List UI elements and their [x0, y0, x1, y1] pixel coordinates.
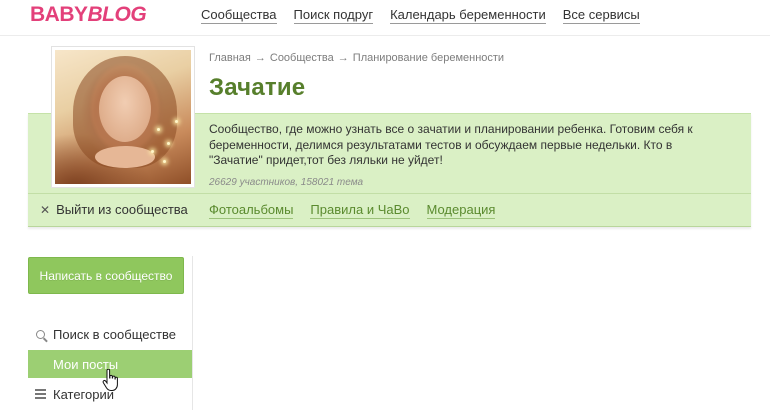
sidebar-divider	[192, 256, 193, 410]
close-icon: ✕	[40, 202, 51, 217]
avatar-hands-shape	[95, 146, 155, 168]
nav-link-pregnancy-calendar[interactable]: Календарь беременности	[390, 7, 546, 24]
sidebar-item-search-community[interactable]: Поиск в сообществе	[28, 320, 192, 348]
community-tabs: Фотоальбомы Правила и ЧаВо Модерация	[209, 202, 512, 219]
page-title: Зачатие	[209, 74, 306, 101]
breadcrumb-link-communities[interactable]: Сообщества	[270, 52, 334, 64]
band-divider	[28, 193, 751, 194]
avatar-sparkle	[167, 142, 170, 145]
community-avatar-photo	[55, 50, 191, 184]
leave-community-label: Выйти из сообщества	[56, 202, 188, 217]
breadcrumb: Главная → Сообщества → Планирование бере…	[209, 52, 504, 64]
babyblog-logo[interactable]: BABYBLOG	[30, 3, 147, 27]
logo-text-blog: BLOG	[87, 3, 147, 26]
write-to-community-button[interactable]: Написать в сообщество	[28, 257, 184, 294]
logo-text-baby: BABY	[30, 3, 88, 26]
community-description: Сообщество, где можно узнать все о зачат…	[209, 122, 693, 167]
tab-rules-faq[interactable]: Правила и ЧаВо	[310, 202, 410, 219]
nav-link-communities[interactable]: Сообщества	[201, 7, 277, 24]
breadcrumb-separator: →	[337, 52, 349, 64]
leave-community-link[interactable]: ✕ Выйти из сообщества	[40, 202, 188, 217]
hand-cursor-icon	[102, 369, 118, 391]
avatar-sparkle	[175, 120, 178, 123]
breadcrumb-link-home[interactable]: Главная	[209, 52, 251, 64]
main-menu: Сообщества Поиск подруг Календарь береме…	[201, 7, 657, 24]
community-avatar	[51, 46, 195, 188]
community-stats: 26629 участников, 158021 тема	[209, 177, 364, 188]
tab-photo-albums[interactable]: Фотоальбомы	[209, 202, 294, 219]
top-navigation-bar: BABYBLOG Сообщества Поиск подруг Календа…	[0, 0, 770, 36]
sidebar-item-label: Поиск в сообществе	[53, 326, 176, 342]
search-icon	[32, 329, 48, 339]
menu-icon	[32, 389, 48, 399]
nav-link-find-friends[interactable]: Поиск подруг	[293, 7, 374, 24]
avatar-sparkle	[157, 128, 160, 131]
avatar-face-shape	[99, 76, 151, 142]
tab-moderation[interactable]: Модерация	[426, 202, 496, 219]
avatar-sparkle	[163, 160, 166, 163]
breadcrumb-link-pregnancy-planning[interactable]: Планирование беременности	[353, 52, 504, 64]
breadcrumb-separator: →	[254, 52, 266, 64]
avatar-sparkle	[151, 150, 154, 153]
nav-link-all-services[interactable]: Все сервисы	[562, 7, 640, 24]
